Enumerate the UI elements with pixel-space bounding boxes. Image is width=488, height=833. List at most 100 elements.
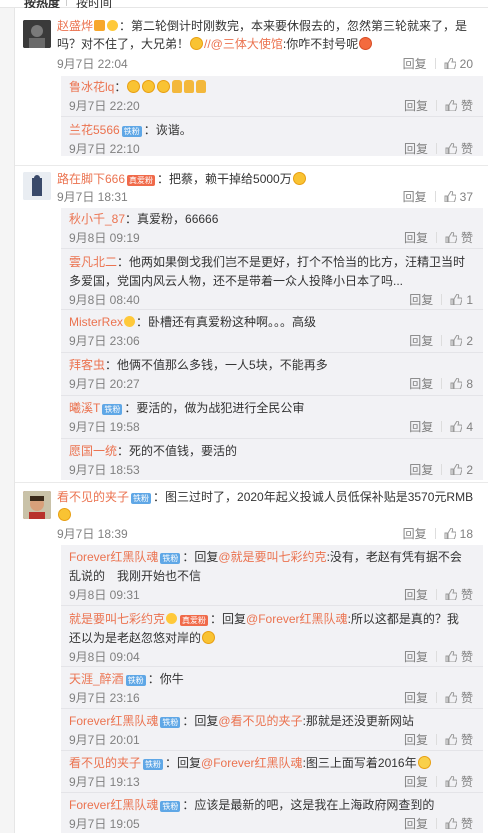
like-count[interactable]: 2 xyxy=(466,463,473,477)
thumbs-up-icon[interactable] xyxy=(445,651,457,662)
thumbs-up-icon[interactable] xyxy=(450,464,463,475)
thumbs-up-icon[interactable] xyxy=(445,776,457,787)
thumbs-up-icon[interactable] xyxy=(445,818,457,829)
reply-username[interactable]: 看不见的夹子 xyxy=(69,756,141,770)
like-count[interactable]: 赞 xyxy=(461,142,473,156)
thumbs-up-icon[interactable] xyxy=(445,589,457,600)
reply-username[interactable]: 天涯_醉酒 xyxy=(69,672,124,686)
reply-list: 鲁冰花lq： 9月7日 22:20 回复赞 兰花5566 铁粉 ：诙谐。 9月7日 … xyxy=(61,76,483,156)
emoji-icon xyxy=(292,172,306,185)
reply-username[interactable]: 秋小千_87 xyxy=(69,212,125,226)
reply-button[interactable]: 回复 xyxy=(404,817,428,831)
like-count[interactable]: 2 xyxy=(466,334,473,348)
like-count[interactable]: 8 xyxy=(466,377,473,391)
reply-button[interactable]: 回复 xyxy=(404,775,428,789)
reply-body: ：真爱粉，66666 xyxy=(125,212,219,226)
reply-button[interactable]: 回复 xyxy=(409,377,433,391)
comment-item: 路在脚下666 真爱粉 ：把蔡，赖干掉给5000万 9月7日 18:31 回复 37 … xyxy=(15,166,488,482)
reply-button[interactable]: 回复 xyxy=(409,463,433,477)
reply-list: Forever红黑队魂 铁粉 ：回复@就是要叫七彩约克:没有，老赵有凭有据不会乱说的… xyxy=(61,545,483,833)
like-count[interactable]: 赞 xyxy=(461,733,473,747)
reply-button[interactable]: 回复 xyxy=(409,293,433,307)
thumbs-up-icon[interactable] xyxy=(445,734,457,745)
reply-button[interactable]: 回复 xyxy=(404,231,428,245)
fans-badge: 铁粉 xyxy=(121,126,142,137)
thumbs-up-icon[interactable] xyxy=(445,692,457,703)
avatar[interactable] xyxy=(23,491,51,519)
thumbs-up-icon[interactable] xyxy=(450,294,463,305)
reply-username[interactable]: 愿国一统 xyxy=(69,444,117,458)
comment-username[interactable]: 路在脚下666 xyxy=(57,172,125,186)
reply-username[interactable]: 鲁冰花lq xyxy=(69,80,114,94)
comment-username[interactable]: 看不见的夹子 xyxy=(57,490,129,504)
reply-username[interactable]: 雲凡北二 xyxy=(69,255,117,269)
reply-time: 9月7日 20:27 xyxy=(69,377,140,391)
reply-button[interactable]: 回复 xyxy=(403,57,427,71)
like-count[interactable]: 赞 xyxy=(461,650,473,664)
reply-username[interactable]: 拜客虫 xyxy=(69,358,105,372)
like-count[interactable]: 赞 xyxy=(461,817,473,831)
reply-button[interactable]: 回复 xyxy=(404,650,428,664)
like-count[interactable]: 赞 xyxy=(461,99,473,113)
comment-body: ：把蔡，赖干掉给5000万 xyxy=(157,172,292,186)
thumbs-up-icon[interactable] xyxy=(445,232,457,243)
like-count[interactable]: 4 xyxy=(466,420,473,434)
mention-link[interactable]: @就是要叫七彩约克 xyxy=(218,550,326,564)
like-count[interactable]: 赞 xyxy=(461,775,473,789)
thumbs-up-icon[interactable] xyxy=(444,191,456,202)
reply-username[interactable]: 兰花5566 xyxy=(69,123,120,137)
reply-text: 看不见的夹子 铁粉 ：回复@Forever红黑队魂:图三上面写着2016年 xyxy=(69,754,469,773)
reply-button[interactable]: 回复 xyxy=(409,420,433,434)
reply-username[interactable]: Forever红黑队魂 xyxy=(69,798,158,812)
reply-username[interactable]: MisterRex xyxy=(69,315,123,329)
reply-username[interactable]: 就是要叫七彩约克 xyxy=(69,612,165,626)
action-divider xyxy=(441,378,443,389)
like-count[interactable]: 1 xyxy=(466,293,473,307)
reply-username[interactable]: Forever红黑队魂 xyxy=(69,714,158,728)
reply-button[interactable]: 回复 xyxy=(404,99,428,113)
mention-link[interactable]: @看不见的夹子 xyxy=(218,714,302,728)
action-divider xyxy=(435,589,437,600)
reply-username[interactable]: Forever红黑队魂 xyxy=(69,550,158,564)
reply-button[interactable]: 回复 xyxy=(404,588,428,602)
thumbs-up-icon[interactable] xyxy=(450,378,463,389)
like-count[interactable]: 赞 xyxy=(461,231,473,245)
fans-badge: 铁粉 xyxy=(160,801,181,812)
mention-link[interactable]: @Forever红黑队魂 xyxy=(246,612,348,626)
reply-button[interactable]: 回复 xyxy=(404,142,428,156)
like-count[interactable]: 18 xyxy=(460,527,473,541)
reply-body: ：你牛 xyxy=(147,672,184,686)
avatar[interactable] xyxy=(23,172,51,200)
comment-username[interactable]: 赵盛烨 xyxy=(57,19,93,33)
reply-time: 9月7日 18:53 xyxy=(69,463,140,477)
mention-link[interactable]: @Forever红黑队魂 xyxy=(201,756,303,770)
like-count[interactable]: 赞 xyxy=(461,588,473,602)
thumbs-up-icon[interactable] xyxy=(450,421,463,432)
reply-text: MisterRex ：卧槽还有真爱粉这种啊。。。高级 xyxy=(69,313,469,332)
reply-button[interactable]: 回复 xyxy=(404,691,428,705)
reply-username[interactable]: 曦溪T xyxy=(69,401,100,415)
thumbs-up-icon[interactable] xyxy=(445,143,457,154)
reply-item: Forever红黑队魂 铁粉 ：应该是最新的吧，这是我在上海政府网查到的 9月7日 … xyxy=(61,793,483,833)
comment-actions: 回复 18 xyxy=(403,525,473,542)
like-count[interactable]: 赞 xyxy=(461,691,473,705)
avatar[interactable] xyxy=(23,20,51,48)
like-count[interactable]: 20 xyxy=(460,57,473,71)
mention-link[interactable]: //@三体大使馆 xyxy=(204,37,283,51)
reply-time: 9月8日 09:19 xyxy=(69,231,140,245)
reply-button[interactable]: 回复 xyxy=(403,190,427,204)
reply-actions: 回复 赞 xyxy=(404,773,473,790)
reply-text: 愿国一统：死的不值钱，要活的 xyxy=(69,442,469,461)
reply-item: 兰花5566 铁粉 ：诙谐。 9月7日 22:10 回复 赞 xyxy=(61,117,483,157)
reply-button[interactable]: 回复 xyxy=(403,527,427,541)
reply-button[interactable]: 回复 xyxy=(404,733,428,747)
like-count[interactable]: 37 xyxy=(460,190,473,204)
thumbs-up-icon[interactable] xyxy=(444,528,456,539)
reply-button[interactable]: 回复 xyxy=(409,334,433,348)
reply-body: ：他两如果倒戈我们岂不是更好，打个不恰当的比方，汪精卫当时多爱国，党国内风云人物… xyxy=(69,255,466,288)
comment-time: 9月7日 18:31 xyxy=(57,190,128,204)
emoji-icon xyxy=(190,37,204,50)
thumbs-up-icon[interactable] xyxy=(444,58,456,69)
thumbs-up-icon[interactable] xyxy=(450,335,463,346)
thumbs-up-icon[interactable] xyxy=(445,100,457,111)
